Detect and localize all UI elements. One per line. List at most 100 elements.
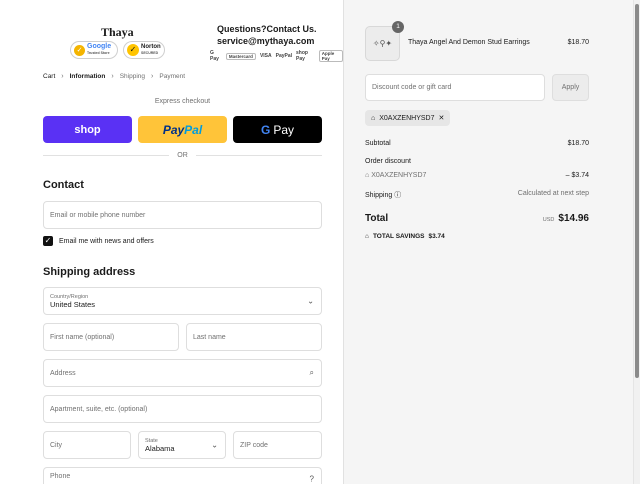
product-name: Thaya Angel And Demon Stud Earrings <box>408 39 530 46</box>
google-badge-sub: Trusted Store <box>87 51 110 55</box>
total-label: Total <box>365 213 389 224</box>
last-name-field[interactable]: Last name <box>186 323 322 351</box>
first-name-placeholder: First name (optional) <box>50 333 115 341</box>
first-name-field[interactable]: First name (optional) <box>43 323 179 351</box>
contact-title: Contact <box>43 179 84 191</box>
google-pay-button[interactable]: G Pay <box>233 116 322 143</box>
help-icon[interactable]: ⓘ <box>394 192 401 199</box>
country-value: United States <box>50 299 96 309</box>
shipping-address-title: Shipping address <box>43 266 136 278</box>
breadcrumb-cart[interactable]: Cart <box>43 73 55 80</box>
gpay-label: Pay <box>273 122 295 137</box>
phone-field[interactable]: Phone ? <box>43 467 322 484</box>
page-scrollbar[interactable] <box>633 0 640 484</box>
address-placeholder: Address <box>50 369 76 377</box>
discount-placeholder: Discount code or gift card <box>372 84 452 91</box>
subtotal-value: $18.70 <box>567 140 589 147</box>
state-value: Alabama <box>145 443 175 453</box>
email-placeholder: Email or mobile phone number <box>50 211 146 219</box>
savings-label: TOTAL SAVINGS <box>372 233 425 240</box>
breadcrumb-information: Information <box>69 73 106 80</box>
apple-pay-icon: Apple Pay <box>318 50 343 62</box>
gpay-icon: G Pay <box>210 50 219 62</box>
paypal-button[interactable]: Pay Pal <box>138 116 227 143</box>
check-icon: ✓ <box>74 44 85 56</box>
help-icon[interactable]: ? <box>310 475 314 484</box>
applied-discount-chip: ⌂ X0AXZENHYSD7 ✕ <box>365 110 451 126</box>
shipping-label: Shipping <box>365 192 393 199</box>
apartment-placeholder: Apartment, suite, etc. (optional) <box>50 405 148 413</box>
chevron-down-icon: ⌄ <box>307 296 314 306</box>
norton-secured-badge: ✓ Norton SECURED <box>123 41 165 59</box>
email-field[interactable]: Email or mobile phone number <box>43 201 322 229</box>
subtotal-row: Subtotal $18.70 <box>365 140 589 147</box>
newsletter-row: ✓ Email me with news and offers <box>43 236 154 246</box>
order-discount-label: Order discount <box>365 158 411 165</box>
express-checkout-label: Express checkout <box>154 98 211 105</box>
currency-code: USD <box>542 217 555 223</box>
total-row: Total USD $14.96 <box>365 213 589 224</box>
subtotal-label: Subtotal <box>365 140 391 147</box>
payment-methods: G Pay Mastercard VISA PayPal shop Pay Ap… <box>210 50 343 62</box>
scrollbar-thumb[interactable] <box>635 4 639 378</box>
newsletter-checkbox[interactable]: ✓ <box>43 236 53 246</box>
tag-icon: ⌂ <box>365 233 369 240</box>
contact-email: service@mythaya.com <box>217 36 315 46</box>
breadcrumb-shipping: Shipping <box>119 73 146 80</box>
discount-code: X0AXZENHYSD7 <box>371 172 427 179</box>
breadcrumb: Cart › Information › Shipping › Payment <box>43 73 185 80</box>
apartment-field[interactable]: Apartment, suite, etc. (optional) <box>43 395 322 423</box>
total-value: $14.96 <box>558 213 589 224</box>
paypal-label-1: Pay <box>162 122 185 137</box>
paypal-icon: PayPal <box>275 53 293 59</box>
divider-line <box>43 155 170 156</box>
applied-code: X0AXZENHYSD7 <box>379 114 435 122</box>
shop-pay-icon: shop Pay <box>296 50 308 62</box>
last-name-placeholder: Last name <box>193 333 226 341</box>
divider-line <box>195 155 322 156</box>
earring-icon: ✧⚲✦ <box>372 39 393 48</box>
savings-value: $3.74 <box>428 233 445 240</box>
zip-field[interactable]: ZIP code <box>233 431 322 459</box>
quantity-badge: 1 <box>392 21 404 33</box>
tag-icon: ⌂ <box>371 114 376 122</box>
state-select[interactable]: State Alabama ⌄ <box>138 431 226 459</box>
chevron-down-icon: ⌄ <box>211 440 218 450</box>
search-icon[interactable]: ⌕ <box>310 368 314 378</box>
discount-code-input[interactable]: Discount code or gift card <box>365 74 545 101</box>
discount-code-row: ⌂ X0AXZENHYSD7 – $3.74 <box>365 172 589 179</box>
address-field[interactable]: Address ⌕ <box>43 359 322 387</box>
or-label: OR <box>177 152 188 159</box>
close-icon[interactable]: ✕ <box>438 114 444 122</box>
product-price: $18.70 <box>567 39 589 46</box>
chevron-right-icon: › <box>111 73 114 80</box>
shipping-value: Calculated at next step <box>517 190 589 197</box>
breadcrumb-payment: Payment <box>159 73 186 80</box>
zip-placeholder: ZIP code <box>240 441 268 449</box>
checkout-form-panel: Thaya ✓ Google Trusted Store ✓ Norton SECU… <box>0 0 343 484</box>
newsletter-label: Email me with news and offers <box>59 237 154 245</box>
check-icon: ✓ <box>127 44 139 56</box>
brand-logo[interactable]: Thaya <box>101 25 134 40</box>
or-divider: OR <box>43 152 322 159</box>
contact-question: Questions?Contact Us. <box>217 24 317 34</box>
chevron-right-icon: › <box>151 73 154 80</box>
phone-placeholder: Phone <box>50 472 71 480</box>
city-placeholder: City <box>50 441 63 449</box>
visa-icon: VISA <box>259 53 272 59</box>
apply-button[interactable]: Apply <box>552 74 589 101</box>
order-summary-panel <box>343 0 633 484</box>
mastercard-icon: Mastercard <box>225 52 256 60</box>
google-badge-label: Google <box>87 43 112 50</box>
total-savings: ⌂ TOTAL SAVINGS $3.74 <box>365 233 445 240</box>
chevron-right-icon: › <box>61 73 64 80</box>
order-discount-row: Order discount <box>365 158 589 165</box>
paypal-label-2: Pal <box>184 122 203 137</box>
shop-pay-button[interactable]: shop <box>43 116 132 143</box>
city-field[interactable]: City <box>43 431 131 459</box>
country-select[interactable]: Country/Region United States ⌄ <box>43 287 322 315</box>
google-g-icon: G <box>260 122 271 137</box>
google-trusted-store-badge: ✓ Google Trusted Store <box>70 41 118 59</box>
shipping-row: Shipping ⓘ Calculated at next step <box>365 190 589 200</box>
discount-value: – $3.74 <box>565 172 589 179</box>
